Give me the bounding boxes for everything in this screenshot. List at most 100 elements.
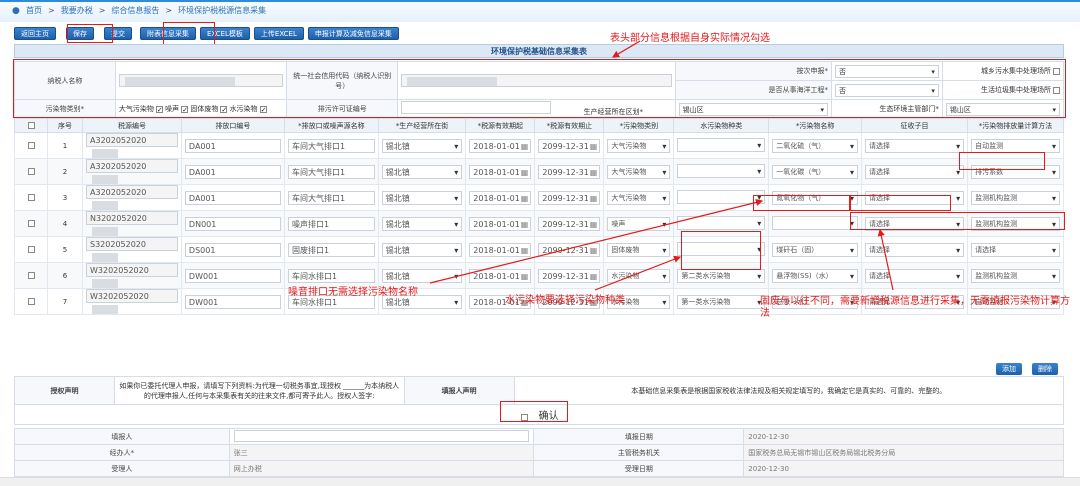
col-pollutant: *污染物名称: [768, 118, 862, 133]
noise-note: 噪音排口无需选择污染物名称: [288, 287, 418, 298]
water-kind-select[interactable]: 第一类水污染物: [677, 294, 766, 309]
source-id-field: A3202052020: [86, 133, 178, 158]
pollutant-select[interactable]: 一氧化碳（气）: [772, 164, 858, 179]
row-checkbox[interactable]: [28, 220, 36, 227]
street-select[interactable]: 锡北镇: [381, 190, 463, 205]
method-select[interactable]: 监测机构监测: [971, 190, 1060, 205]
end-date-input[interactable]: 2099-12-31: [538, 268, 601, 283]
water-kind-select[interactable]: [677, 215, 766, 230]
crumb-home[interactable]: 首页: [26, 5, 42, 16]
table-row: 1A3202052020 DA001 车间大气排口1 锡北镇 2018-01-01 209…: [14, 132, 1064, 159]
port-id-input[interactable]: DA001: [184, 164, 281, 179]
end-date-input[interactable]: 2099-12-31: [538, 164, 601, 179]
pollutant-select[interactable]: [772, 215, 858, 230]
category-select[interactable]: 大气污染物: [607, 164, 671, 179]
add-button[interactable]: 添加: [996, 363, 1022, 375]
port-id-input[interactable]: DW001: [184, 294, 281, 309]
upload-excel-button[interactable]: 上传EXCEL: [253, 27, 304, 40]
filler-input[interactable]: [233, 429, 530, 442]
port-id-input[interactable]: DA001: [184, 190, 281, 205]
delete-button[interactable]: 删除: [1032, 363, 1058, 375]
row-no: 2: [46, 158, 84, 185]
category-select[interactable]: 噪声: [607, 216, 671, 231]
street-select[interactable]: 锡北镇: [381, 216, 463, 231]
row-checkbox[interactable]: [28, 194, 36, 201]
water-kind-select[interactable]: [677, 137, 766, 152]
port-id-input[interactable]: DN001: [184, 216, 281, 231]
select-all-checkbox[interactable]: [28, 122, 36, 129]
item-select[interactable]: 请选择: [864, 138, 965, 153]
highlight-header: [13, 59, 1066, 118]
port-name-input[interactable]: 车间大气排口1: [287, 190, 375, 205]
category-select[interactable]: 大气污染物: [607, 190, 671, 205]
water-kind-select[interactable]: [677, 163, 766, 178]
fill-date-label: 填报日期: [533, 428, 745, 445]
pollutant-select[interactable]: 二氧化硫（气）: [772, 138, 858, 153]
location-pin-icon: ●: [12, 5, 20, 16]
street-select[interactable]: 锡北镇: [381, 242, 463, 257]
row-checkbox[interactable]: [28, 168, 36, 175]
highlight-noise-item: [850, 195, 951, 211]
end-date-input[interactable]: 2099-12-31: [538, 216, 601, 231]
street-select[interactable]: 锡北镇: [381, 268, 463, 283]
pollutant-select[interactable]: 煤矸石（固）: [772, 242, 858, 257]
row-checkbox[interactable]: [28, 298, 36, 305]
method-select[interactable]: 请选择: [971, 242, 1060, 257]
port-id-input[interactable]: DS001: [184, 242, 281, 257]
row-checkbox[interactable]: [28, 272, 36, 279]
highlight-water-kind: [681, 231, 761, 270]
tax-office-label: 主管税务机关: [533, 444, 745, 461]
method-select[interactable]: 监测机构监测: [971, 268, 1060, 283]
method-select[interactable]: 自动监测: [971, 138, 1060, 153]
highlight-save: [67, 24, 113, 43]
table-row: 2A3202052020 DA001 车间大气排口1 锡北镇 2018-01-01 209…: [14, 158, 1064, 185]
handler-value[interactable]: 张三: [228, 444, 535, 461]
start-date-input[interactable]: 2018-01-01: [469, 216, 532, 231]
start-date-input[interactable]: 2018-01-01: [469, 190, 532, 205]
crumb-tax[interactable]: 我要办税: [61, 5, 93, 16]
port-id-input[interactable]: DW001: [184, 268, 281, 283]
end-date-input[interactable]: 2099-12-31: [538, 242, 601, 257]
source-id-field: A3202052020: [86, 185, 178, 210]
col-start: *税源有效期起: [465, 118, 536, 133]
auth-label: 授权声明: [14, 376, 115, 405]
start-date-input[interactable]: 2018-01-01: [469, 268, 532, 283]
item-select[interactable]: 请选择: [864, 268, 965, 283]
water-kind-select[interactable]: 第二类水污染物: [677, 268, 766, 283]
declare-calc-button[interactable]: 申报计算及减免信息采集: [307, 27, 399, 40]
port-id-input[interactable]: DA001: [184, 138, 281, 153]
pollutant-select[interactable]: 悬浮物(SS)（水）: [772, 268, 858, 283]
port-name-input[interactable]: 车间大气排口1: [287, 164, 375, 179]
receiver-value: 网上办税: [228, 460, 535, 477]
horizontal-scrollbar[interactable]: [0, 477, 1080, 486]
crumb-report[interactable]: 综合信息报告: [111, 5, 159, 16]
port-name-input[interactable]: 噪声排口1: [287, 216, 375, 231]
col-source: 税源编号: [82, 118, 182, 133]
category-select[interactable]: 水污染物: [607, 268, 671, 283]
home-button[interactable]: 返回主页: [14, 27, 56, 40]
row-no: 6: [46, 262, 84, 289]
start-date-input[interactable]: 2018-01-01: [469, 242, 532, 257]
port-name-input[interactable]: 车间水排口1: [287, 268, 375, 283]
col-port-name: *排放口或噪声源名称: [283, 118, 379, 133]
category-select[interactable]: 固体废物: [607, 242, 671, 257]
port-name-input[interactable]: 固废排口1: [287, 242, 375, 257]
item-select[interactable]: 请选择: [864, 164, 965, 179]
start-date-input[interactable]: 2018-01-01: [469, 164, 532, 179]
row-no: 4: [46, 210, 84, 237]
street-select[interactable]: 锡北镇: [381, 138, 463, 153]
end-date-input[interactable]: 2099-12-31: [538, 190, 601, 205]
category-select[interactable]: 大气污染物: [607, 138, 671, 153]
row-checkbox[interactable]: [28, 142, 36, 149]
street-select[interactable]: 锡北镇: [381, 164, 463, 179]
col-method: *污染物排放量计算方法: [967, 118, 1064, 133]
start-date-input[interactable]: 2018-01-01: [469, 138, 532, 153]
filler-decl-label: 填报人声明: [403, 376, 515, 405]
source-id-field: W3202052020: [86, 289, 178, 314]
end-date-input[interactable]: 2099-12-31: [538, 138, 601, 153]
port-name-input[interactable]: 车间大气排口1: [287, 138, 375, 153]
item-select[interactable]: 请选择: [864, 242, 965, 257]
row-checkbox[interactable]: [28, 246, 36, 253]
source-id-field: W3202052020: [86, 263, 178, 288]
source-id-field: S3202052020: [86, 237, 178, 262]
